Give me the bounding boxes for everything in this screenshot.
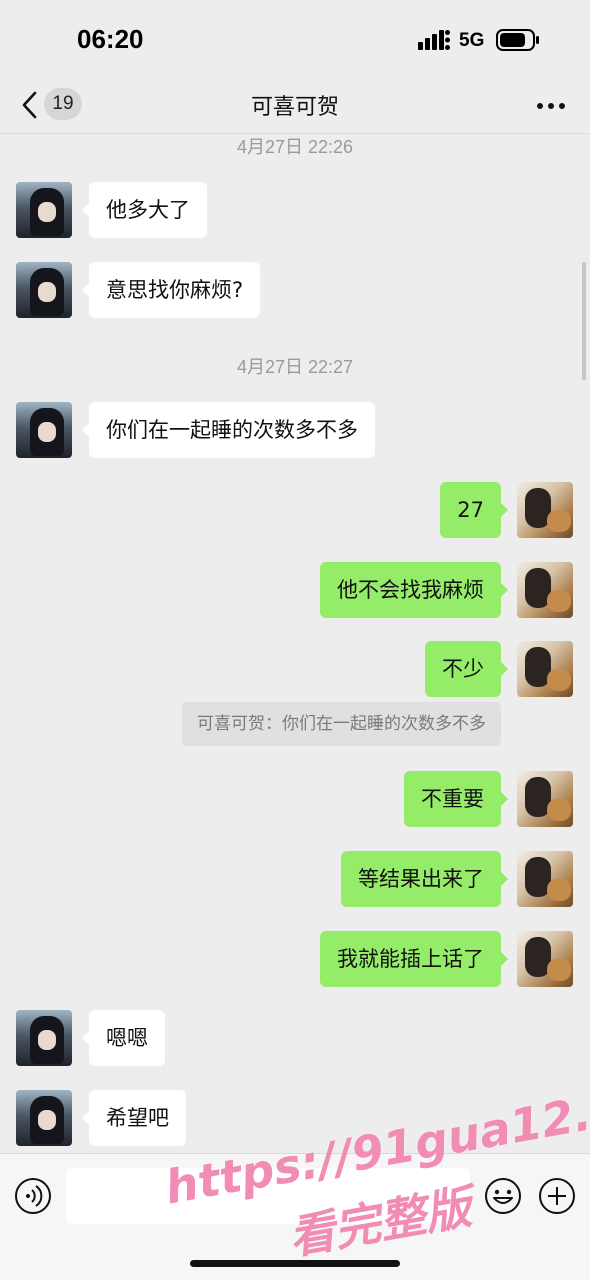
contact-avatar[interactable]: [16, 402, 72, 458]
message-input[interactable]: [66, 1168, 470, 1224]
message-bubble-received[interactable]: 嗯嗯: [82, 1010, 165, 1066]
status-bar: 06:20 5G: [0, 0, 590, 80]
my-avatar[interactable]: [517, 851, 573, 907]
message-bubble-received[interactable]: 你们在一起睡的次数多不多: [82, 402, 375, 458]
contact-avatar[interactable]: [16, 1090, 72, 1146]
message-bubble-sent[interactable]: 27: [440, 482, 508, 538]
scrollbar[interactable]: [582, 262, 586, 380]
quoted-message[interactable]: 可喜可贺：你们在一起睡的次数多不多: [182, 702, 501, 746]
my-avatar[interactable]: [517, 931, 573, 987]
message-bubble-sent[interactable]: 不少: [425, 641, 508, 697]
message-list[interactable]: 4月27日 22:26 他多大了 意思找你麻烦? 4月27日 22:27 你们在…: [0, 135, 590, 1153]
home-indicator[interactable]: [190, 1260, 400, 1267]
message-bubble-received[interactable]: 意思找你麻烦?: [81, 262, 261, 318]
voice-icon[interactable]: [14, 1177, 52, 1215]
my-avatar[interactable]: [517, 771, 573, 827]
network-label: 5G: [459, 30, 485, 51]
contact-avatar[interactable]: [16, 182, 72, 238]
contact-avatar[interactable]: [16, 1010, 72, 1066]
chat-title: 可喜可贺: [250, 95, 339, 120]
message-bubble-sent[interactable]: 他不会找我麻烦: [320, 562, 508, 618]
plus-icon[interactable]: [538, 1177, 576, 1215]
message-bubble-sent[interactable]: 我就能插上话了: [320, 931, 508, 987]
emoji-icon[interactable]: [484, 1177, 522, 1215]
battery-icon: [496, 29, 539, 51]
signal-icon: [418, 30, 450, 50]
message-bubble-received[interactable]: 希望吧: [82, 1090, 186, 1146]
message-bubble-sent[interactable]: 不重要: [404, 771, 508, 827]
message-bubble-received[interactable]: 他多大了: [82, 182, 207, 238]
my-avatar[interactable]: [517, 562, 573, 618]
my-avatar[interactable]: [517, 641, 573, 697]
timestamp: 4月27日 22:26: [236, 137, 354, 157]
chat-header: 19 可喜可贺: [0, 80, 590, 134]
message-bubble-sent[interactable]: 等结果出来了: [341, 851, 508, 907]
timestamp: 4月27日 22:27: [236, 357, 354, 377]
my-avatar[interactable]: [517, 482, 573, 538]
status-time: 06:20: [77, 24, 144, 54]
more-dots-icon[interactable]: [536, 96, 566, 116]
contact-avatar[interactable]: [16, 262, 72, 318]
